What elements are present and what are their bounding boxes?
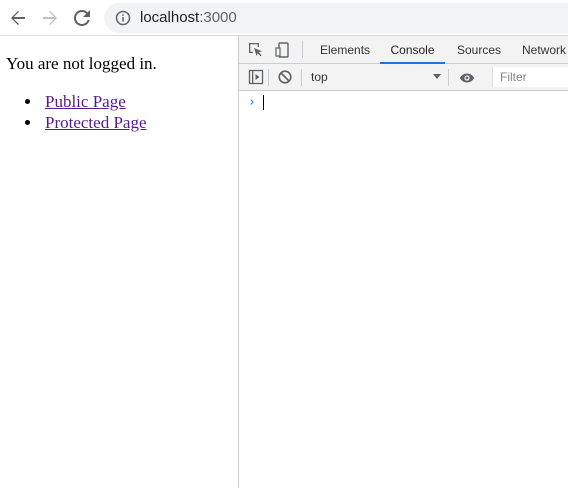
toolbar-divider bbox=[448, 69, 449, 86]
devtools-panel: Elements Console Sources Network top › bbox=[238, 36, 568, 488]
page-nav-list: Public Page Protected Page bbox=[25, 91, 147, 133]
console-toolbar: top bbox=[239, 64, 568, 91]
url-host: localhost bbox=[140, 9, 200, 26]
toolbar-divider bbox=[302, 41, 303, 58]
back-button[interactable] bbox=[8, 8, 28, 28]
arrow-right-icon bbox=[43, 11, 57, 25]
reload-icon bbox=[74, 10, 90, 26]
devtools-tabbar: Elements Console Sources Network bbox=[239, 36, 568, 64]
console-output: › bbox=[239, 91, 568, 488]
url-text: localhost:3000 bbox=[140, 9, 237, 27]
page-content: You are not logged in. Public Page Prote… bbox=[0, 36, 238, 488]
toolbar-divider bbox=[268, 69, 269, 86]
console-filter-input[interactable] bbox=[492, 67, 568, 87]
public-page-link[interactable]: Public Page bbox=[45, 92, 126, 111]
context-value: top bbox=[311, 70, 328, 84]
arrow-left-icon bbox=[11, 11, 25, 25]
list-item: Public Page bbox=[25, 91, 147, 112]
live-expression-eye-icon[interactable] bbox=[459, 70, 475, 86]
protected-page-link[interactable]: Protected Page bbox=[45, 113, 147, 132]
tab-elements[interactable]: Elements bbox=[320, 36, 370, 63]
toolbar-divider bbox=[301, 69, 302, 86]
info-icon[interactable] bbox=[115, 10, 131, 26]
tab-sources[interactable]: Sources bbox=[457, 36, 501, 63]
list-item: Protected Page bbox=[25, 112, 147, 133]
reload-button[interactable] bbox=[72, 8, 92, 28]
show-sidebar-icon[interactable] bbox=[248, 69, 264, 85]
address-bar[interactable]: localhost:3000 bbox=[104, 3, 568, 33]
inspect-element-icon[interactable] bbox=[248, 42, 264, 58]
clear-console-icon[interactable] bbox=[277, 69, 293, 85]
context-select[interactable]: top bbox=[303, 67, 443, 87]
browser-toolbar: localhost:3000 bbox=[0, 0, 568, 36]
login-status-text: You are not logged in. bbox=[6, 54, 157, 73]
device-toolbar-icon[interactable] bbox=[275, 42, 291, 58]
console-prompt-input[interactable] bbox=[263, 95, 563, 111]
tab-network[interactable]: Network bbox=[522, 36, 566, 63]
dropdown-arrow-icon bbox=[433, 74, 441, 79]
tab-console[interactable]: Console bbox=[380, 36, 445, 64]
forward-button[interactable] bbox=[40, 8, 60, 28]
text-caret bbox=[263, 95, 264, 110]
prompt-chevron-icon: › bbox=[248, 95, 256, 110]
url-port: :3000 bbox=[199, 9, 237, 26]
